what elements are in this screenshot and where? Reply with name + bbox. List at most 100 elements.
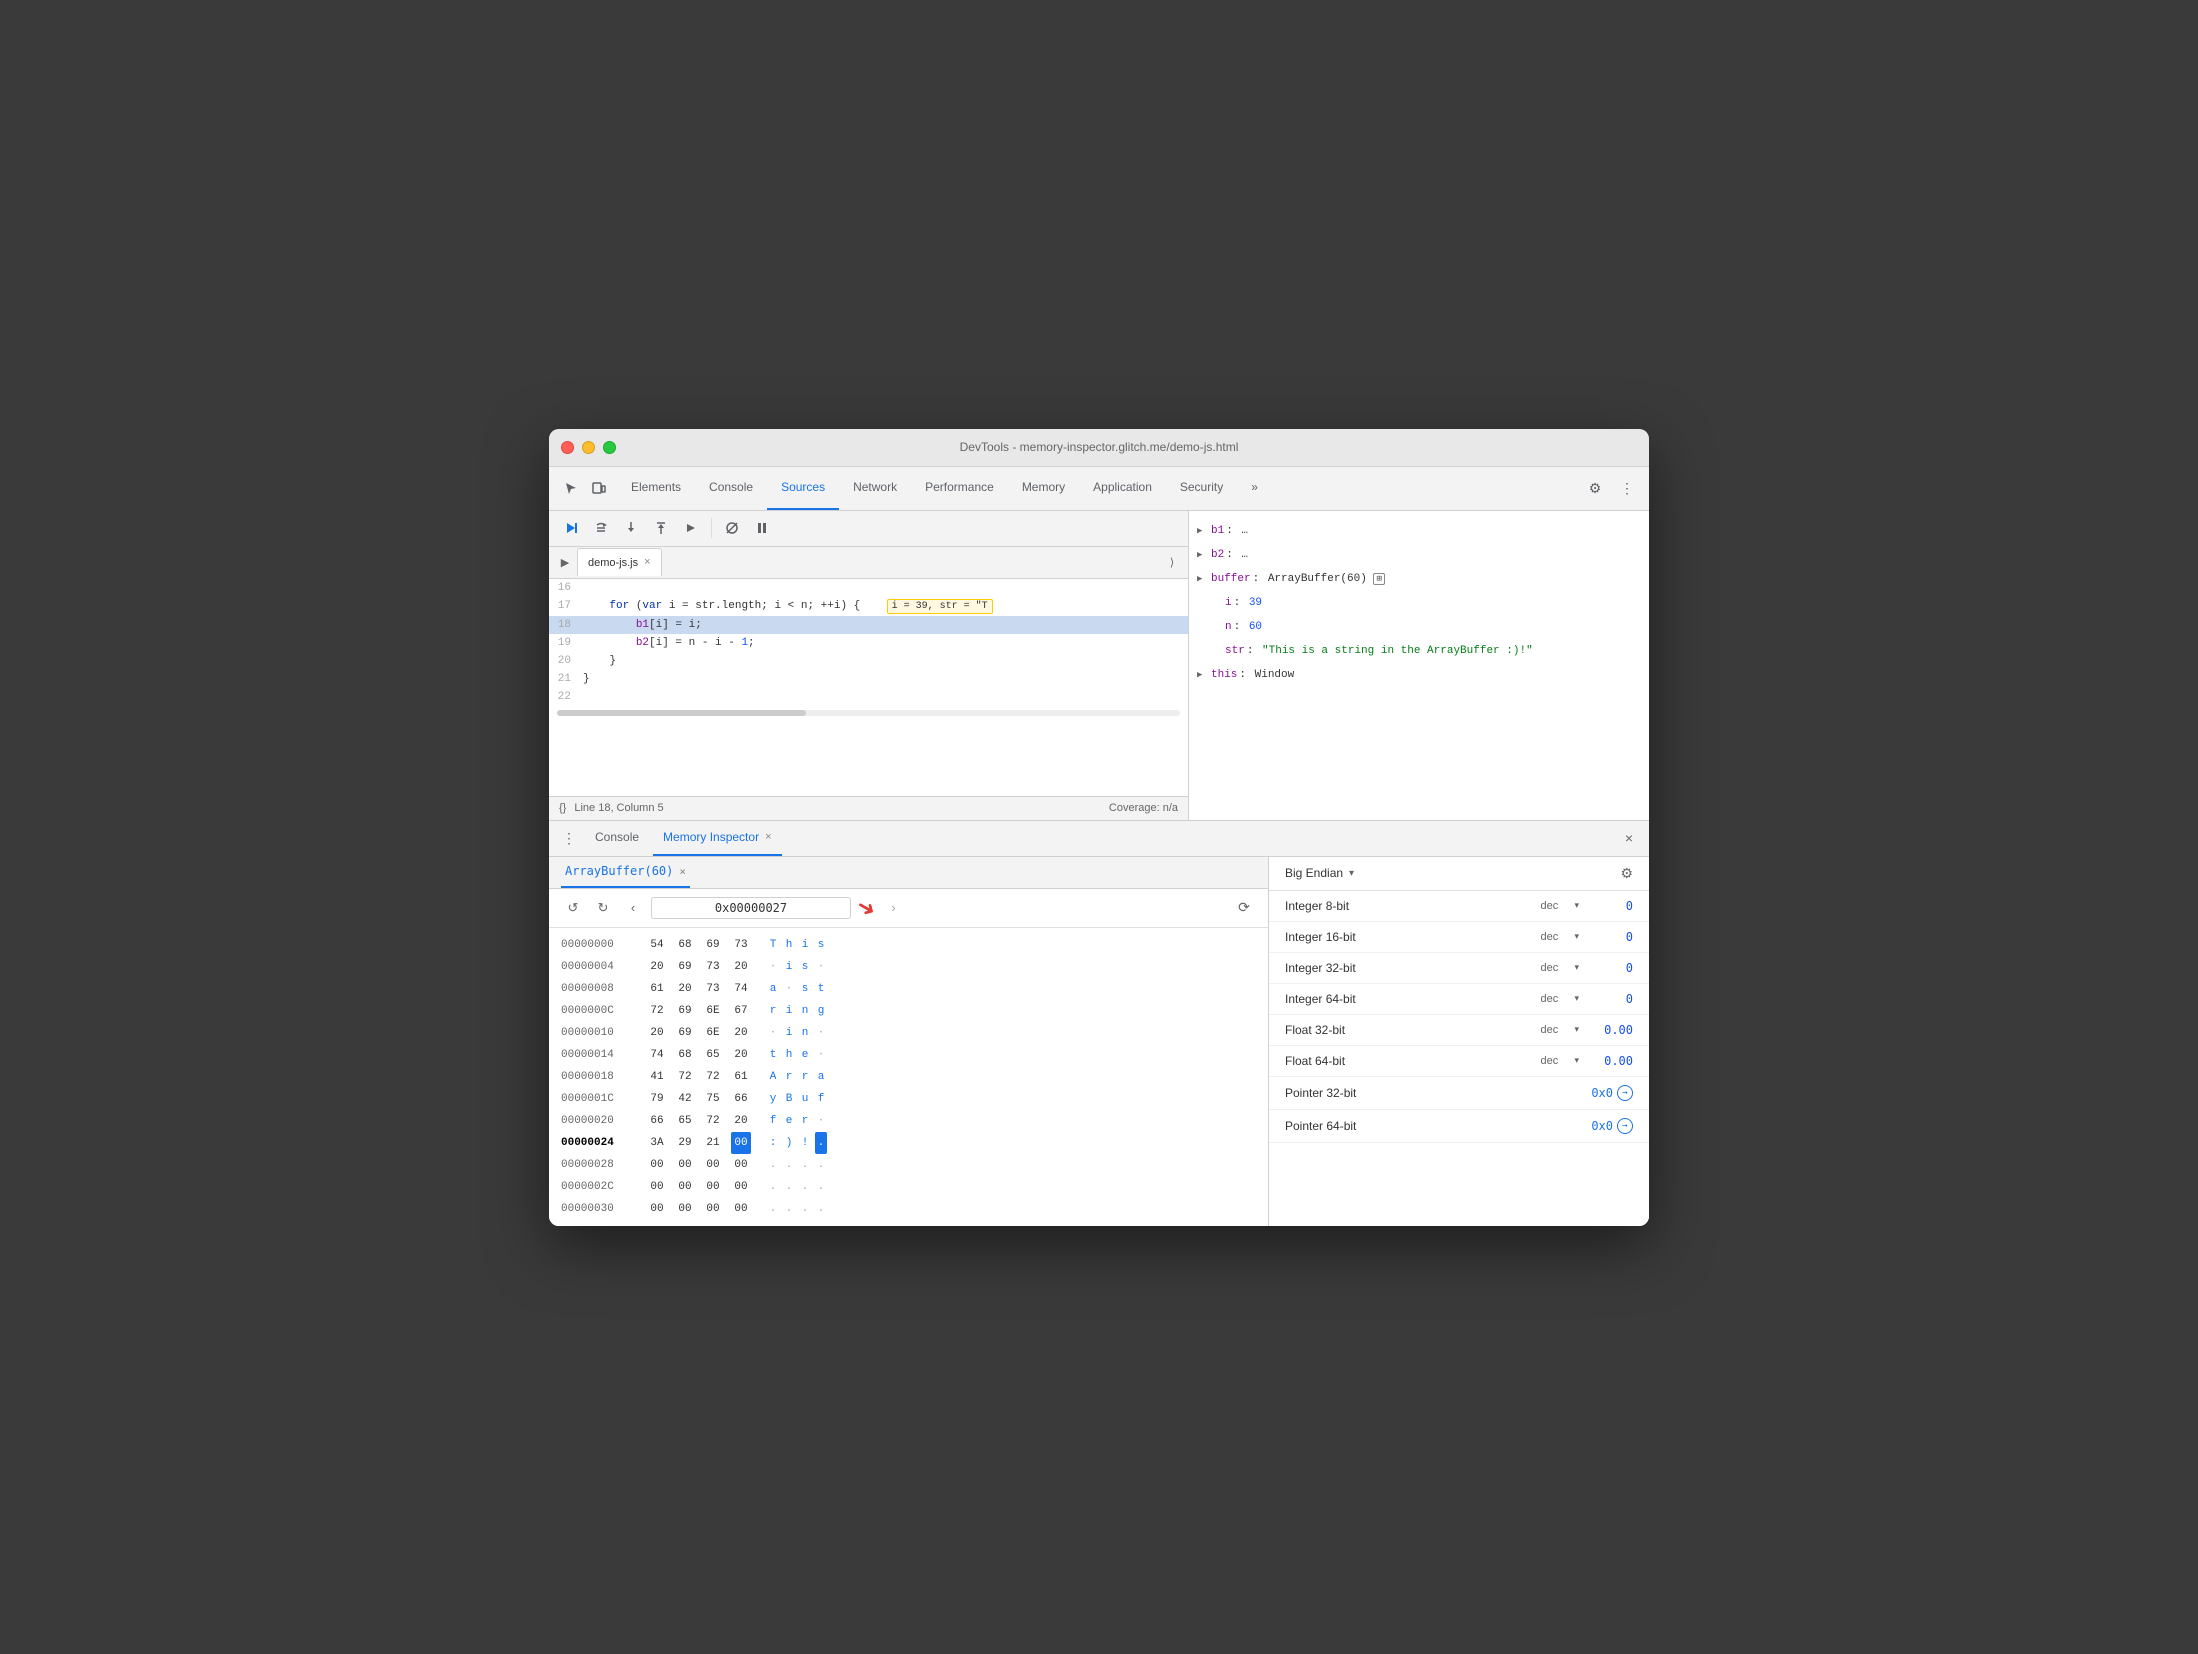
maximize-button[interactable] [603, 441, 616, 454]
tab-security[interactable]: Security [1166, 467, 1237, 510]
inspector-int16: Integer 16-bit dec ▾ 0 [1269, 922, 1649, 953]
close-button[interactable] [561, 441, 574, 454]
int16-format[interactable]: dec [1540, 931, 1570, 943]
top-section: ▶ demo-js.js × ⟩ 16 [549, 511, 1649, 821]
float32-format[interactable]: dec [1540, 1024, 1570, 1036]
hex-address-input[interactable] [651, 897, 851, 919]
coverage-status: Coverage: n/a [1109, 802, 1178, 814]
int64-dropdown-icon[interactable]: ▾ [1574, 993, 1579, 1004]
inspector-float32: Float 32-bit dec ▾ 0.00 [1269, 1015, 1649, 1046]
editor-tab-demo-js[interactable]: demo-js.js × [577, 548, 662, 576]
ptr64-link-icon[interactable]: → [1617, 1118, 1633, 1134]
code-line-21: 21 } [549, 670, 1188, 688]
inspector-settings-icon[interactable]: ⚙ [1620, 865, 1633, 882]
int64-format[interactable]: dec [1540, 993, 1570, 1005]
hex-prev-btn[interactable]: ‹ [621, 896, 645, 920]
float32-dropdown-icon[interactable]: ▾ [1574, 1024, 1579, 1035]
tab-memory[interactable]: Memory [1008, 467, 1079, 510]
memory-inspector: ArrayBuffer(60) × ↺ ↻ ‹ ➜ › ⟳ [549, 857, 1649, 1226]
array-buffer-tab: ArrayBuffer(60) × [549, 857, 1268, 889]
tab-performance[interactable]: Performance [911, 467, 1008, 510]
more-options-icon[interactable]: ⋮ [1613, 474, 1641, 502]
device-toggle-icon[interactable] [585, 474, 613, 502]
int32-format[interactable]: dec [1540, 962, 1570, 974]
step-into-btn[interactable] [617, 514, 645, 542]
tab-sources[interactable]: Sources [767, 467, 839, 510]
step-out-btn[interactable] [647, 514, 675, 542]
inspector-int64: Integer 64-bit dec ▾ 0 [1269, 984, 1649, 1015]
cursor-icon[interactable] [557, 474, 585, 502]
editor-status-bar: {} Line 18, Column 5 Coverage: n/a [549, 796, 1188, 820]
code-line-19: 19 b2[i] = n - i - 1; [549, 634, 1188, 652]
title-bar: DevTools - memory-inspector.glitch.me/de… [549, 429, 1649, 467]
tab-memory-inspector[interactable]: Memory Inspector × [653, 821, 781, 856]
settings-icon[interactable]: ⚙ [1581, 474, 1609, 502]
bottom-more-icon[interactable]: ⋮ [557, 826, 581, 850]
inspector-ptr32: Pointer 32-bit 0x0 → [1269, 1077, 1649, 1110]
hex-next-btn[interactable]: › [881, 896, 905, 920]
traffic-lights [561, 441, 616, 454]
editor-tab-close-icon[interactable]: × [644, 557, 650, 568]
array-buffer-close-icon[interactable]: × [679, 865, 686, 878]
endian-selector[interactable]: Big Endian ▾ [1285, 866, 1359, 880]
bottom-panel-close-icon[interactable]: × [1617, 826, 1641, 850]
hex-history-forward-btn[interactable]: ↻ [591, 896, 615, 920]
sidebar-toggle-icon[interactable]: ▶ [553, 550, 577, 574]
hex-row-6: 00000018 41 72 72 61 A r [549, 1066, 1268, 1088]
int16-label: Integer 16-bit [1285, 930, 1540, 944]
step-over-btn[interactable] [587, 514, 615, 542]
editor-panel: ▶ demo-js.js × ⟩ 16 [549, 511, 1189, 820]
tab-application[interactable]: Application [1079, 467, 1166, 510]
ptr32-link-icon[interactable]: → [1617, 1085, 1633, 1101]
devtools-tabs: Elements Console Sources Network Perform… [613, 467, 1581, 510]
hex-row-5: 00000014 74 68 65 20 t h [549, 1044, 1268, 1066]
scope-b1[interactable]: ▶ b1 : … [1189, 519, 1649, 543]
window-title: DevTools - memory-inspector.glitch.me/de… [960, 440, 1239, 454]
ptr64-label: Pointer 64-bit [1285, 1119, 1591, 1133]
scope-str[interactable]: str : "This is a string in the ArrayBuff… [1189, 639, 1649, 663]
memory-inspector-close-icon[interactable]: × [765, 831, 771, 843]
hex-row-8: 00000020 66 65 72 20 f e [549, 1110, 1268, 1132]
scope-buffer[interactable]: ▶ buffer : ArrayBuffer(60) ⊞ [1189, 567, 1649, 591]
float64-dropdown-icon[interactable]: ▾ [1574, 1055, 1579, 1066]
minimize-button[interactable] [582, 441, 595, 454]
ptr64-value[interactable]: 0x0 → [1591, 1118, 1633, 1134]
hex-refresh-btn[interactable]: ⟳ [1232, 896, 1256, 920]
scope-i[interactable]: i : 39 [1189, 591, 1649, 615]
resume-btn[interactable] [557, 514, 585, 542]
endian-dropdown-icon: ▾ [1349, 868, 1359, 879]
tab-console[interactable]: Console [695, 467, 767, 510]
scope-panel: ▶ b1 : … ▶ b2 : … ▶ [1189, 511, 1649, 695]
editor-tab-nav-icon[interactable]: ⟩ [1160, 550, 1184, 574]
int8-label: Integer 8-bit [1285, 899, 1540, 913]
tab-network[interactable]: Network [839, 467, 911, 510]
inspector-panel: Big Endian ▾ ⚙ Integer 8-bit dec ▾ 0 [1269, 857, 1649, 1226]
deactivate-breakpoints-btn[interactable] [718, 514, 746, 542]
tab-console-bottom[interactable]: Console [585, 821, 649, 856]
code-line-20: 20 } [549, 652, 1188, 670]
int32-dropdown-icon[interactable]: ▾ [1574, 962, 1579, 973]
hex-row-1: 00000004 20 69 73 20 · i [549, 956, 1268, 978]
scope-n[interactable]: n : 60 [1189, 615, 1649, 639]
tab-more[interactable]: » [1237, 467, 1272, 510]
step-btn[interactable] [677, 514, 705, 542]
int8-dropdown-icon[interactable]: ▾ [1574, 900, 1579, 911]
arrow-indicator: ➜ [852, 892, 881, 924]
code-editor[interactable]: 16 17 for (var i = str.length; i < n; ++… [549, 579, 1188, 796]
debug-toolbar [549, 511, 1188, 547]
hex-row-3: 0000000C 72 69 6E 67 r i [549, 1000, 1268, 1022]
int8-format[interactable]: dec [1540, 900, 1570, 912]
hex-history-back-btn[interactable]: ↺ [561, 896, 585, 920]
devtools-body: Elements Console Sources Network Perform… [549, 467, 1649, 1226]
scope-b2[interactable]: ▶ b2 : … [1189, 543, 1649, 567]
array-buffer-label[interactable]: ArrayBuffer(60) × [561, 857, 690, 888]
int8-value: 0 [1583, 899, 1633, 913]
tab-elements[interactable]: Elements [617, 467, 695, 510]
scope-wrapper: ▶ b1 : … ▶ b2 : … ▶ [1189, 511, 1649, 820]
bottom-tabs-bar: ⋮ Console Memory Inspector × × [549, 821, 1649, 857]
ptr32-value[interactable]: 0x0 → [1591, 1085, 1633, 1101]
int16-dropdown-icon[interactable]: ▾ [1574, 931, 1579, 942]
float64-format[interactable]: dec [1540, 1055, 1570, 1067]
scope-this[interactable]: ▶ this : Window [1189, 663, 1649, 687]
pause-exception-btn[interactable] [748, 514, 776, 542]
